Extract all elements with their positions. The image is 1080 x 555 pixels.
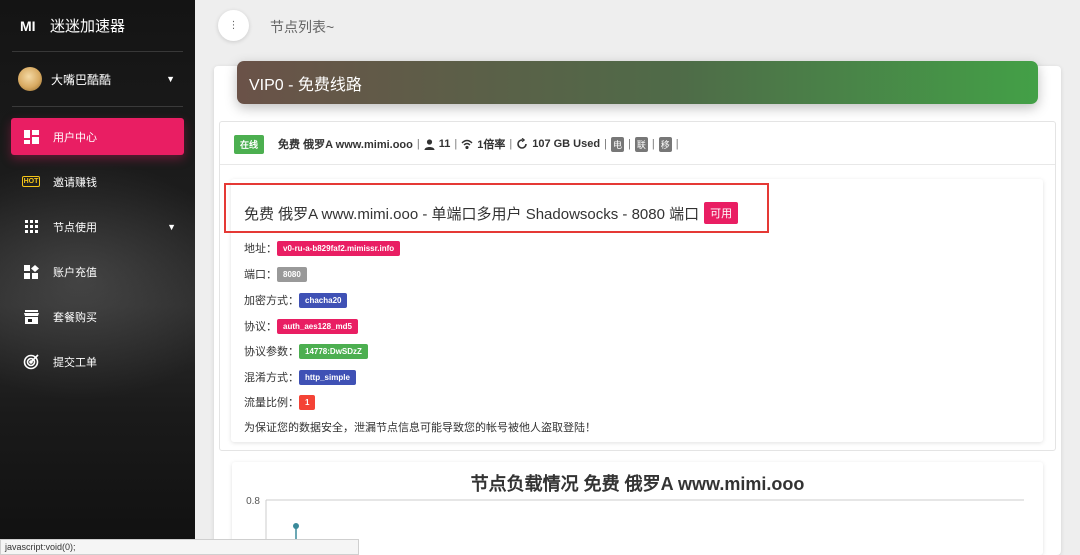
user-menu[interactable]: 大嘴巴酷酷 ▼ xyxy=(12,52,183,107)
sidebar-item-ticket[interactable]: 提交工单 xyxy=(11,343,184,380)
node-title-text: 免费 俄罗A www.mimi.ooo - 单端口多用户 Shadowsocks… xyxy=(244,205,700,223)
address-value[interactable]: v0-ru-a-b829faf2.mimissr.info xyxy=(277,240,401,256)
separator: | xyxy=(604,138,607,150)
carrier-mobile-badge: 移 xyxy=(658,136,672,152)
field-ratio: 流量比例： 1 xyxy=(244,394,316,410)
sidebar-item-invite[interactable]: HOT 邀请赚钱 xyxy=(11,163,184,200)
refresh-icon xyxy=(516,138,528,150)
sidebar-item-label: 用户中心 xyxy=(53,131,97,144)
protocol-param-value[interactable]: 14778:DwSDzZ xyxy=(299,343,368,359)
separator: | xyxy=(454,138,458,150)
sidebar-nav: 用户中心 HOT 邀请赚钱 节点使用 ▼ 账户充值 套餐购买 提交工单 xyxy=(0,118,195,380)
port-value[interactable]: 8080 xyxy=(277,266,307,282)
field-address: 地址： v0-ru-a-b829faf2.mimissr.info xyxy=(244,240,401,256)
field-label: 协议参数： xyxy=(244,346,299,358)
user-name: 大嘴巴酷酷 xyxy=(51,72,112,87)
wifi-icon xyxy=(461,139,473,149)
sidebar-item-label: 邀请赚钱 xyxy=(53,176,97,189)
more-menu-button[interactable]: ⋮ xyxy=(218,10,249,41)
field-obfs: 混淆方式： http_simple xyxy=(244,369,356,385)
brand-name: 迷迷加速器 xyxy=(50,18,126,35)
sidebar-item-nodes[interactable]: 节点使用 ▼ xyxy=(11,208,184,245)
separator: | xyxy=(509,138,513,150)
recharge-icon xyxy=(23,264,39,280)
sidebar-item-user-center[interactable]: 用户中心 xyxy=(11,118,184,155)
carrier-telecom-badge: 电 xyxy=(610,136,624,152)
user-icon xyxy=(424,138,435,150)
sidebar-item-label: 套餐购买 xyxy=(53,311,97,324)
node-title: 免费 俄罗A www.mimi.ooo - 单端口多用户 Shadowsocks… xyxy=(244,202,739,224)
node-name: 免费 俄罗A www.mimi.ooo xyxy=(278,139,413,151)
field-protocol-param: 协议参数： 14778:DwSDzZ xyxy=(244,343,368,359)
sidebar-item-recharge[interactable]: 账户充值 xyxy=(11,253,184,290)
sidebar-item-label: 节点使用 xyxy=(53,221,97,234)
brand-logo: MI xyxy=(20,17,36,34)
available-badge: 可用 xyxy=(704,202,739,224)
field-label: 地址： xyxy=(244,243,277,255)
separator: | xyxy=(416,138,420,150)
field-label: 混淆方式： xyxy=(244,372,299,384)
card-header: VIP0 - 免费线路 xyxy=(237,61,1038,104)
carrier-unicom-badge: 联 xyxy=(634,136,648,152)
hot-icon: HOT xyxy=(21,174,41,190)
field-encryption: 加密方式： chacha20 xyxy=(244,292,348,308)
field-label: 端口： xyxy=(244,269,277,281)
traffic-used: 107 GB Used xyxy=(532,138,601,150)
sidebar-item-label: 提交工单 xyxy=(53,356,97,369)
obfs-value[interactable]: http_simple xyxy=(299,369,356,385)
encryption-value[interactable]: chacha20 xyxy=(299,292,348,308)
dashboard-icon xyxy=(23,129,39,145)
separator: | xyxy=(675,138,679,150)
store-icon xyxy=(23,309,39,325)
separator: | xyxy=(627,138,631,150)
sidebar-item-purchase[interactable]: 套餐购买 xyxy=(11,298,184,335)
security-warning: 为保证您的数据安全，泄漏节点信息可能导致您的帐号被他人盗取登陆！ xyxy=(244,422,596,434)
user-count: 11 xyxy=(438,138,451,150)
more-vert-icon: ⋮ xyxy=(228,20,239,31)
caret-down-icon: ▼ xyxy=(167,221,176,232)
y-tick-label: 0.8 xyxy=(246,496,260,507)
status-url-bar: javascript:void(0); xyxy=(0,539,359,555)
ratio-value[interactable]: 1 xyxy=(299,394,316,410)
avatar xyxy=(18,67,42,91)
protocol-value[interactable]: auth_aes128_md5 xyxy=(277,318,358,334)
page-title: 节点列表~ xyxy=(270,19,335,35)
divider xyxy=(220,164,1055,165)
field-protocol: 协议： auth_aes128_md5 xyxy=(244,318,358,334)
hot-badge: HOT xyxy=(21,176,41,187)
field-label: 流量比例： xyxy=(244,397,299,409)
target-icon xyxy=(23,353,39,370)
status-badge: 在线 xyxy=(234,134,265,154)
caret-down-icon: ▼ xyxy=(166,74,175,84)
data-point[interactable] xyxy=(293,523,299,529)
field-label: 协议： xyxy=(244,321,277,333)
grid-icon xyxy=(23,219,39,235)
field-port: 端口： 8080 xyxy=(244,266,307,282)
traffic-rate: 1倍率 xyxy=(477,139,506,151)
field-label: 加密方式： xyxy=(244,295,299,307)
sidebar: MI 迷迷加速器 大嘴巴酷酷 ▼ 用户中心 HOT 邀请赚钱 节点使用 ▼ 账户… xyxy=(0,0,195,555)
sidebar-item-label: 账户充值 xyxy=(53,266,97,279)
separator: | xyxy=(651,138,655,150)
brand[interactable]: MI 迷迷加速器 xyxy=(12,0,183,52)
node-summary[interactable]: 在线 免费 俄罗A www.mimi.ooo | 11 | 1倍率 | 107 … xyxy=(234,134,683,154)
